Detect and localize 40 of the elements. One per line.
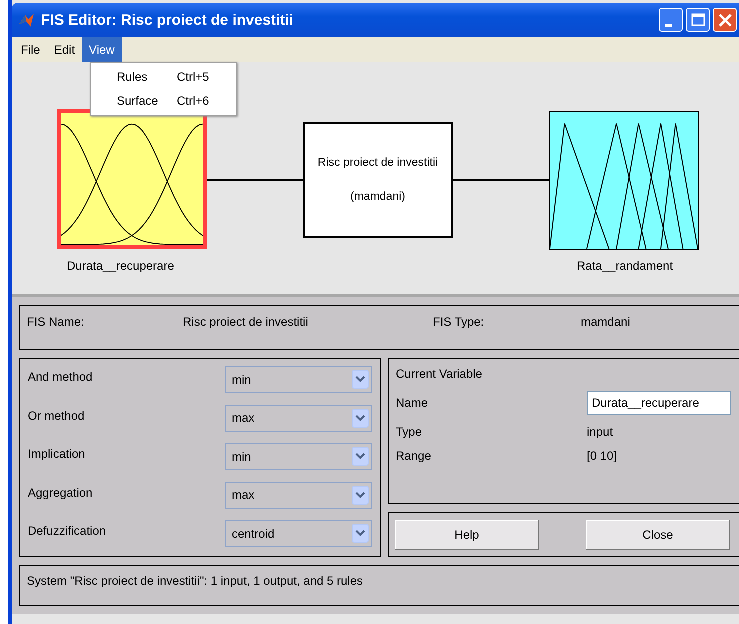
system-name: Risc proiect de investitii [318, 157, 438, 169]
app-icon [18, 12, 35, 28]
method-label: Aggregation [28, 484, 93, 500]
variable-type: input [587, 425, 614, 440]
menu-item[interactable]: View [82, 37, 122, 62]
close-button[interactable] [713, 8, 737, 32]
method-dropdown[interactable]: min [225, 366, 372, 394]
system-node[interactable]: Risc proiect de investitii (mamdani) [303, 122, 453, 238]
window-title: FIS Editor: Risc proiect de investitii [41, 12, 295, 28]
method-label: Implication [28, 446, 86, 462]
variable-range: [0 10] [587, 449, 618, 464]
method-dropdown[interactable]: max [225, 404, 372, 432]
minimize-icon [664, 24, 672, 26]
method-label: Defuzzification [28, 523, 106, 538]
menu-item[interactable]: Edit [47, 37, 82, 62]
menu-entry[interactable]: Rules Ctrl+5 [91, 65, 236, 89]
field-label: Name [396, 396, 430, 410]
dialog-button[interactable]: Help [395, 520, 539, 550]
menu-entry[interactable]: Surface Ctrl+6 [91, 89, 236, 113]
field-label: Type [396, 425, 424, 440]
field-label: Range [396, 449, 432, 464]
maximize-button[interactable] [686, 8, 710, 32]
method-label: And method [28, 369, 93, 384]
method-dropdown[interactable]: centroid [225, 520, 372, 548]
field-label: FIS Name: [27, 315, 86, 331]
method-dropdown[interactable]: max [225, 482, 372, 509]
field-label: FIS Type: [433, 315, 486, 331]
menu-item[interactable]: File [14, 37, 48, 62]
name-field[interactable]: Durata__recuperare [587, 391, 731, 416]
section-title: Current Variable [396, 367, 484, 382]
status-text: System "Risc proiect de investitii": 1 input, 1 output, and 5 rules [27, 574, 364, 588]
fis-type: mamdani [581, 315, 630, 331]
method-label: Or method [28, 408, 85, 423]
node-label: Durata__recuperare [67, 259, 174, 273]
system-type: (mamdani) [350, 191, 406, 203]
fis-name: Risc proiect de investitii [183, 315, 310, 331]
node-label: Rata__randament [577, 259, 674, 273]
method-dropdown[interactable]: min [225, 443, 372, 470]
dialog-button[interactable]: Close [586, 520, 730, 550]
minimize-button[interactable] [659, 8, 683, 32]
